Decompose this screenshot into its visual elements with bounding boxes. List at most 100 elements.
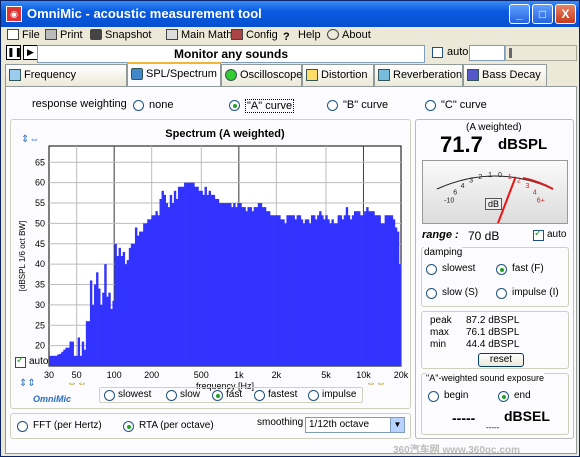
title-bar[interactable]: ◉ OmniMic - acoustic measurement tool _ … [1,1,579,27]
menu-file[interactable]: File [7,29,40,41]
tab-distortion[interactable]: Distortion [302,64,374,86]
play-button[interactable]: ▶ [23,45,38,60]
bass-decay-icon [467,69,479,81]
y-tick-label: 45 [35,239,45,249]
y-tick-label: 65 [35,157,45,167]
spectrum-bar [239,203,242,366]
spectrum-bar [108,292,111,366]
damping-slowest-radio[interactable] [426,264,437,275]
spectrum-bar [374,215,377,366]
spectrum-bar [298,215,302,366]
spectrum-bar [235,207,238,366]
mode-fft-radio[interactable] [17,421,28,432]
menu-bar: File Print Snapshot Main Math Config ? He… [1,27,579,45]
pause-button[interactable]: ❚❚ [6,45,22,60]
weighting-c-radio[interactable] [425,100,436,111]
close-button[interactable]: X [555,4,576,24]
spectrum-bar [167,207,171,366]
speed-slow-radio[interactable] [166,390,177,401]
spectrum-bar [114,243,117,366]
tab-reverberation[interactable]: Reverberation [374,64,463,86]
minimize-button[interactable]: _ [509,4,530,24]
chevron-down-icon[interactable]: ▼ [390,418,404,432]
weighting-none-radio[interactable] [133,100,144,111]
menu-about[interactable]: About [327,29,371,41]
spectrum-bar [89,280,93,366]
speed-fast-radio[interactable] [212,390,223,401]
spectrum-bar [276,215,279,366]
spectrum-bar [134,227,138,366]
slider-thumb[interactable] [509,48,512,58]
exposure-begin-radio[interactable] [428,391,439,402]
chart-auto-checkbox[interactable] [15,355,26,368]
toolbar-slider[interactable] [505,45,577,61]
spectrum-bar [341,219,345,366]
spectrum-bar [128,247,132,366]
y-tick-label: 40 [35,259,45,269]
spectrum-bar [368,211,371,366]
help-icon: ? [283,31,290,43]
damping-group: damping slowest fast (F) slow (S) impuls… [421,247,569,307]
spectrum-bar [110,308,113,366]
damping-slow-label: slow (S) [442,287,479,298]
weighting-b-radio[interactable] [327,100,338,111]
speed-slowest-radio[interactable] [104,390,115,401]
menu-help[interactable]: ? Help [283,29,321,43]
spectrum-bar [155,211,158,366]
scroll-left-icon[interactable]: ⇔⇔ [67,378,87,389]
stat-max-value: 76.1 dBSPL [466,327,520,338]
y-axis-label: [dBSPL 1/6 oct BW] [18,221,27,291]
spectrum-bar [315,219,318,366]
meter-scale-label: 1 [488,172,492,179]
spectrum-bar [317,215,320,366]
spectrum-bar [147,219,150,366]
spectrum-bar [353,211,357,366]
spectrum-bar [165,203,169,366]
menu-print[interactable]: Print [45,29,83,41]
spectrum-bar [325,215,328,366]
menu-main-math[interactable]: Main Math [166,29,232,41]
damping-slow-radio[interactable] [426,288,437,299]
spectrum-bar [145,223,148,366]
exposure-end-radio[interactable] [498,391,509,402]
spectrum-bar [130,243,134,366]
spectrum-bar [175,198,179,366]
weighting-a-radio[interactable] [229,100,240,111]
meter-auto-checkbox[interactable] [533,228,544,241]
spectrum-bar [274,215,277,366]
menu-snapshot[interactable]: Snapshot [90,29,151,41]
toolbar-level-field[interactable] [469,45,505,61]
meter-scale-label: 1 [508,174,512,181]
x-tick-label: 2k [272,370,282,380]
damping-impulse-radio[interactable] [496,288,507,299]
mode-rta-radio[interactable] [123,421,134,432]
spectrum-bar [364,211,367,366]
scroll-right-icon[interactable]: ⇔⇔ [366,378,386,389]
spectrum-bar [358,211,361,366]
spl-unit: dBSPL [498,136,548,153]
spectrum-bar [69,341,72,366]
distortion-icon [306,69,318,81]
tab-oscilloscope[interactable]: Oscilloscope [221,64,302,86]
tab-spl-spectrum[interactable]: SPL/Spectrum [127,62,221,87]
tab-frequency-response[interactable]: Frequency Response [5,64,127,101]
damping-fast-radio[interactable] [496,264,507,275]
speed-impulse-radio[interactable] [308,390,319,401]
scroll-y-icon[interactable]: ⇕⇕ [19,378,36,389]
toolbar-auto-checkbox[interactable] [432,47,443,58]
menu-config[interactable]: Config [231,29,278,41]
spectrum-bar [347,215,351,366]
omnimic-brand: OmniMic [33,394,72,404]
exposure-sub: ----- [486,423,500,432]
spectrum-bar [378,215,381,366]
maximize-button[interactable]: □ [532,4,553,24]
analog-meter: -10 6 4 3 2 1 0 1 2 3 4 6+ dB [422,160,568,224]
spectrum-bar [96,272,99,366]
reset-button[interactable]: reset [478,353,524,367]
spectrum-bar [337,215,340,366]
speed-fastest-radio[interactable] [254,390,265,401]
zoom-icon[interactable]: ⇕⇔ [21,134,39,145]
smoothing-select[interactable]: 1/12th octave ▼ [305,417,405,433]
spectrum-bar [294,219,297,366]
tab-bass-decay[interactable]: Bass Decay [463,64,547,86]
